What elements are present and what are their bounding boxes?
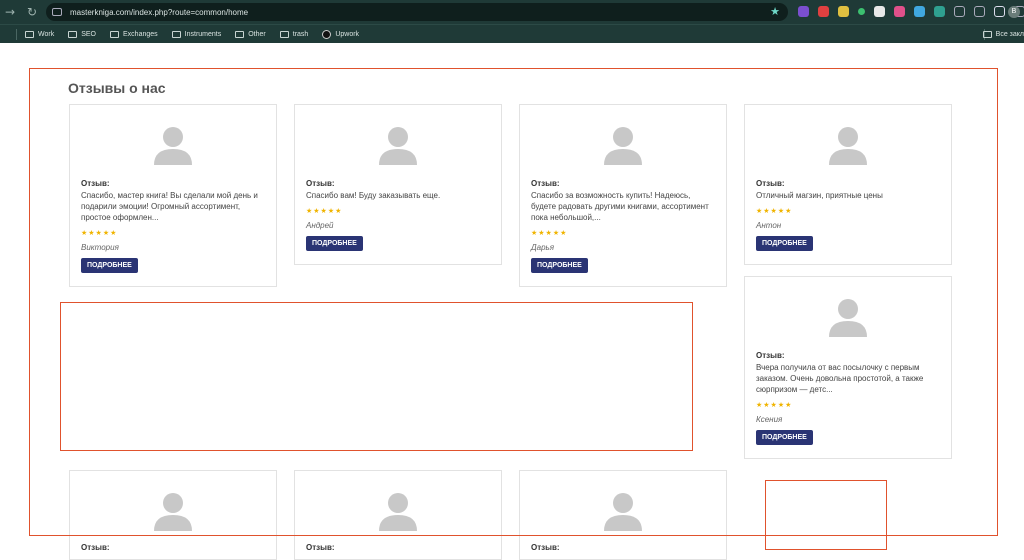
all-bookmarks[interactable]: Все закл [982,29,1024,40]
phone-icon[interactable] [954,6,965,17]
bookmarks-separator [16,28,17,40]
bookmark-folder-exchanges[interactable]: Exchanges [110,30,158,38]
folder-icon [110,30,120,38]
bookmark-folder-instruments[interactable]: Instruments [171,30,222,38]
bookmark-folder-work[interactable]: Work [25,30,55,38]
bookmark-label: SEO [81,30,97,38]
profile-avatar[interactable]: В [1008,6,1020,18]
extension-icon[interactable] [818,6,829,17]
bookmark-folder-trash[interactable]: trash [279,30,309,38]
folder-icon [982,31,992,38]
bookmark-folder-other[interactable]: Other [235,30,266,38]
bookmark-label: Instruments [184,30,222,38]
reload-icon[interactable]: ↻ [24,5,40,19]
folder-icon [68,30,78,38]
extension-icon[interactable] [894,6,905,17]
all-bookmarks-label: Все закл [995,31,1024,38]
bookmark-folder-seo[interactable]: SEO [68,30,97,38]
bookmark-label: Work [38,30,55,38]
annotation-box-empty-slot [765,480,887,550]
extension-icon[interactable] [934,6,945,17]
address-bar[interactable]: masterkniga.com/index.php?route=common/h… [46,3,788,21]
bookmark-upwork[interactable]: Upwork [322,29,360,39]
extension-icon[interactable] [858,8,865,15]
folder-icon [171,30,181,38]
forward-icon[interactable]: → [2,5,18,19]
folder-icon [279,30,289,38]
extension-icon[interactable] [838,6,849,17]
folder-icon [235,30,245,38]
extension-icon[interactable] [914,6,925,17]
extensions-row [798,6,1024,17]
annotation-box-empty-area [60,302,693,451]
upwork-icon [322,29,332,39]
url-text: masterkniga.com/index.php?route=common/h… [70,7,249,17]
bookmark-label: Upwork [335,30,360,38]
extension-icon[interactable] [798,6,809,17]
folder-icon [25,30,34,38]
extension-icon[interactable] [874,6,885,17]
bookmark-label: trash [292,30,309,38]
bookmark-label: Other [248,30,266,38]
bookmark-star-icon[interactable]: ★ [770,5,780,18]
site-info-icon[interactable] [52,8,62,16]
bookmarks-bar: Work SEO Exchanges Instruments Other tra… [0,24,1024,43]
puzzle-icon[interactable] [994,6,1005,17]
bookmark-label: Exchanges [123,30,158,38]
edit-icon[interactable] [974,6,985,17]
